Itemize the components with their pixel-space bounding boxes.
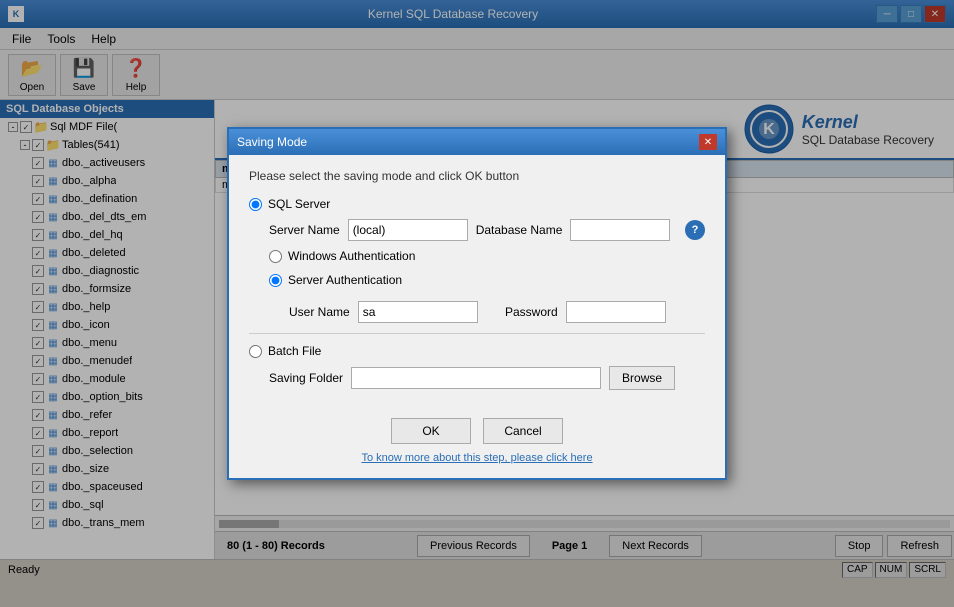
info-button[interactable]: ? <box>685 220 705 240</box>
password-input[interactable] <box>566 301 666 323</box>
password-label: Password <box>505 305 558 319</box>
dialog-close-button[interactable]: ✕ <box>699 134 717 150</box>
batch-file-label[interactable]: Batch File <box>268 344 321 358</box>
dialog-title-bar: Saving Mode ✕ <box>229 129 725 155</box>
sql-server-label[interactable]: SQL Server <box>268 197 330 211</box>
server-db-grid: Server Name Database Name ? <box>269 219 705 241</box>
database-name-input[interactable] <box>570 219 670 241</box>
batch-file-section: Batch File Saving Folder Browse <box>249 344 705 390</box>
dialog-body: Please select the saving mode and click … <box>229 155 725 408</box>
sql-server-radio[interactable] <box>249 198 262 211</box>
auth-options: Windows Authentication Server Authentica… <box>269 249 705 293</box>
batch-file-radio[interactable] <box>249 345 262 358</box>
auth-section: Windows Authentication Server Authentica… <box>269 249 705 323</box>
modal-overlay: Saving Mode ✕ Please select the saving m… <box>0 0 954 607</box>
more-info-link[interactable]: To know more about this step, please cli… <box>361 452 592 464</box>
ok-button[interactable]: OK <box>391 418 471 444</box>
batch-file-radio-row: Batch File <box>249 344 705 358</box>
dialog-footer: OK Cancel To know more about this step, … <box>229 408 725 478</box>
saving-mode-dialog: Saving Mode ✕ Please select the saving m… <box>227 127 727 480</box>
database-name-label: Database Name <box>476 223 563 237</box>
sql-server-section: SQL Server Server Name Database Name ? <box>249 197 705 323</box>
server-auth-row: Server Authentication <box>269 273 705 287</box>
server-name-input[interactable] <box>348 219 468 241</box>
server-auth-radio[interactable] <box>269 274 282 287</box>
dialog-instruction: Please select the saving mode and click … <box>249 169 705 183</box>
section-divider <box>249 333 705 334</box>
credentials-grid: User Name Password <box>289 301 705 323</box>
saving-folder-label: Saving Folder <box>269 371 343 385</box>
username-label: User Name <box>289 305 350 319</box>
windows-auth-row: Windows Authentication <box>269 249 705 263</box>
dialog-buttons: OK Cancel <box>391 418 563 444</box>
browse-button[interactable]: Browse <box>609 366 675 390</box>
windows-auth-radio[interactable] <box>269 250 282 263</box>
username-input[interactable] <box>358 301 478 323</box>
server-name-label: Server Name <box>269 223 340 237</box>
server-auth-label[interactable]: Server Authentication <box>288 273 402 287</box>
sql-server-radio-row: SQL Server <box>249 197 705 211</box>
saving-folder-input[interactable] <box>351 367 601 389</box>
saving-folder-row: Saving Folder Browse <box>269 366 705 390</box>
cancel-button[interactable]: Cancel <box>483 418 563 444</box>
dialog-title: Saving Mode <box>237 135 307 149</box>
windows-auth-label[interactable]: Windows Authentication <box>288 249 415 263</box>
